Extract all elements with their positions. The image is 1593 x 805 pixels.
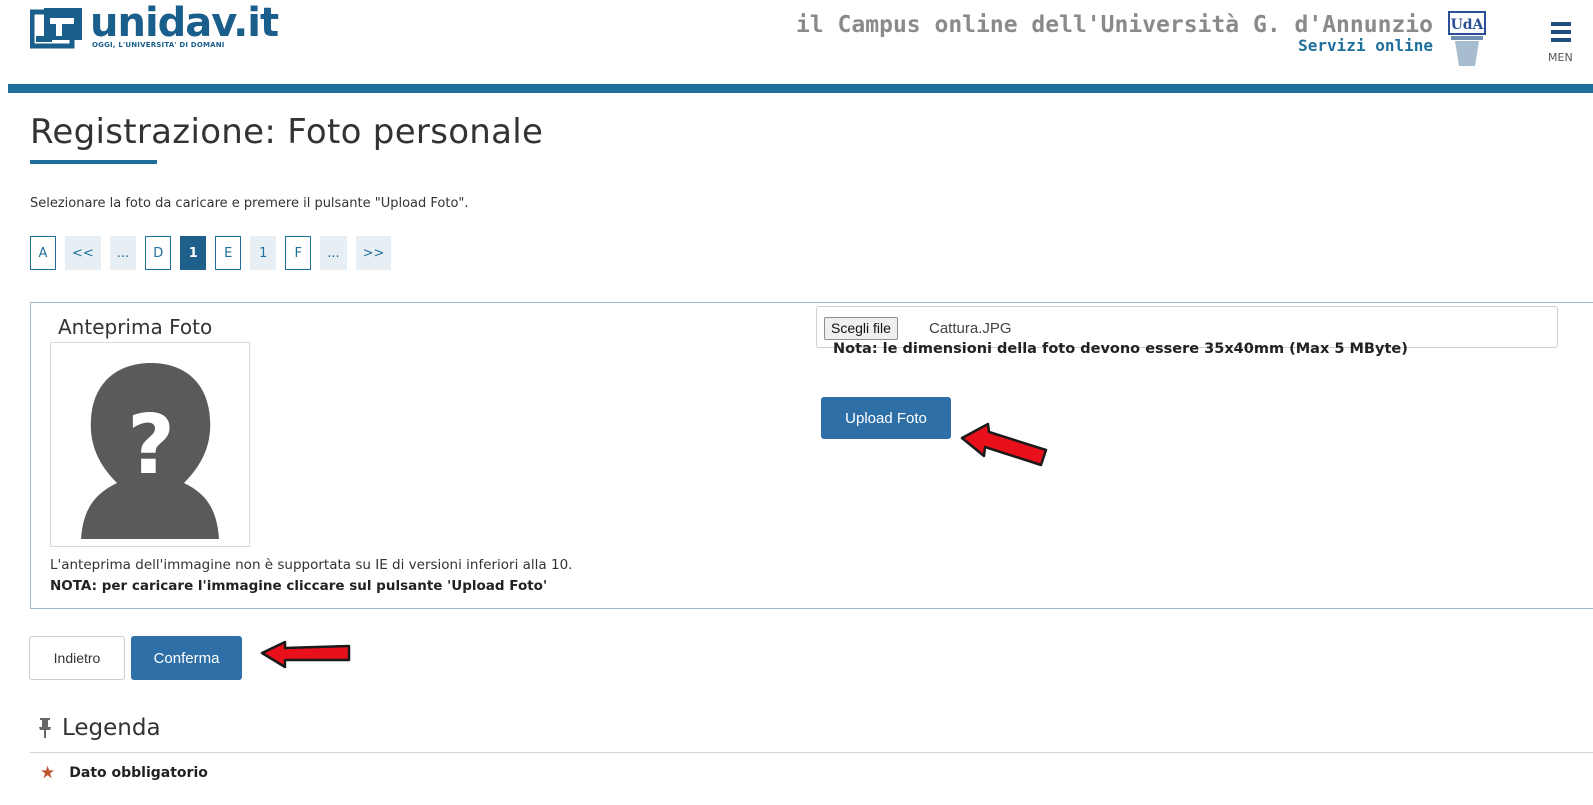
photo-upload-panel: Anteprima Foto ? L'anteprima dell'immagi… xyxy=(30,302,1593,609)
photo-size-note: Nota: le dimensioni della foto devono es… xyxy=(833,341,1408,357)
svg-text:?: ? xyxy=(127,398,175,493)
unidav-logo-icon xyxy=(30,8,82,49)
uda-logo-text: UdA xyxy=(1451,17,1485,33)
selected-file-name: Cattura.JPG xyxy=(929,320,1012,337)
choose-file-button[interactable]: Scegli file xyxy=(824,317,898,340)
photo-preview: ? xyxy=(50,342,250,547)
step-pager: A <<... D 1 E 1 F... >> xyxy=(30,236,400,270)
campus-heading: il Campus online dell'Università G. d'An… xyxy=(796,12,1433,55)
pager-item[interactable]: ... xyxy=(109,236,137,270)
pager-item[interactable]: D xyxy=(145,236,172,270)
legend-heading: Legenda xyxy=(38,715,161,741)
pager-item[interactable]: ... xyxy=(320,236,347,270)
logo-wordmark: unidav.it xyxy=(90,0,279,46)
red-arrow-upload-icon xyxy=(960,422,1048,467)
page-title: Registrazione: Foto personale xyxy=(30,112,544,152)
confirm-button[interactable]: Conferma xyxy=(131,636,242,680)
pager-item[interactable]: E xyxy=(215,236,242,270)
menu-label: MEN xyxy=(1548,51,1573,64)
pager-item[interactable]: >> xyxy=(355,236,392,270)
hamburger-icon xyxy=(1551,22,1571,26)
placeholder-person-icon: ? xyxy=(51,343,249,546)
preview-title: Anteprima Foto xyxy=(58,315,213,339)
pager-item[interactable]: A xyxy=(30,236,56,270)
menu-button[interactable]: MEN xyxy=(1548,18,1593,68)
asterisk-icon: ★ xyxy=(40,763,56,783)
uda-logo-icon[interactable]: UdA xyxy=(1447,10,1487,68)
legend-required-item: ★ Dato obbligatorio xyxy=(40,763,208,783)
red-arrow-confirm-icon xyxy=(260,640,351,669)
legend-required-label: Dato obbligatorio xyxy=(69,765,208,781)
campus-subtitle: Servizi online xyxy=(1298,36,1433,55)
pushpin-icon xyxy=(39,718,51,738)
instructions-text: Selezionare la foto da caricare e premer… xyxy=(30,196,469,211)
header-accent-bar xyxy=(8,84,1593,93)
pager-item[interactable]: F xyxy=(285,236,312,270)
pager-item[interactable]: << xyxy=(65,236,101,270)
back-button[interactable]: Indietro xyxy=(29,636,125,680)
upload-instruction-note: NOTA: per caricare l'immagine cliccare s… xyxy=(50,578,548,594)
campus-title: il Campus online dell'Università G. d'An… xyxy=(796,12,1433,38)
title-underline xyxy=(30,160,157,164)
upload-photo-button[interactable]: Upload Foto xyxy=(821,397,951,439)
pager-item[interactable]: 1 xyxy=(250,236,277,270)
unidav-logo[interactable]: unidav.it OGGI, L'UNIVERSITA' DI DOMANI xyxy=(30,0,279,50)
site-header: unidav.it OGGI, L'UNIVERSITA' DI DOMANI … xyxy=(0,0,1593,86)
legend-title: Legenda xyxy=(62,715,161,741)
legend-divider xyxy=(30,752,1593,753)
pager-item[interactable]: 1 xyxy=(180,236,207,270)
ie-support-note: L'anteprima dell'immagine non è supporta… xyxy=(50,557,573,573)
